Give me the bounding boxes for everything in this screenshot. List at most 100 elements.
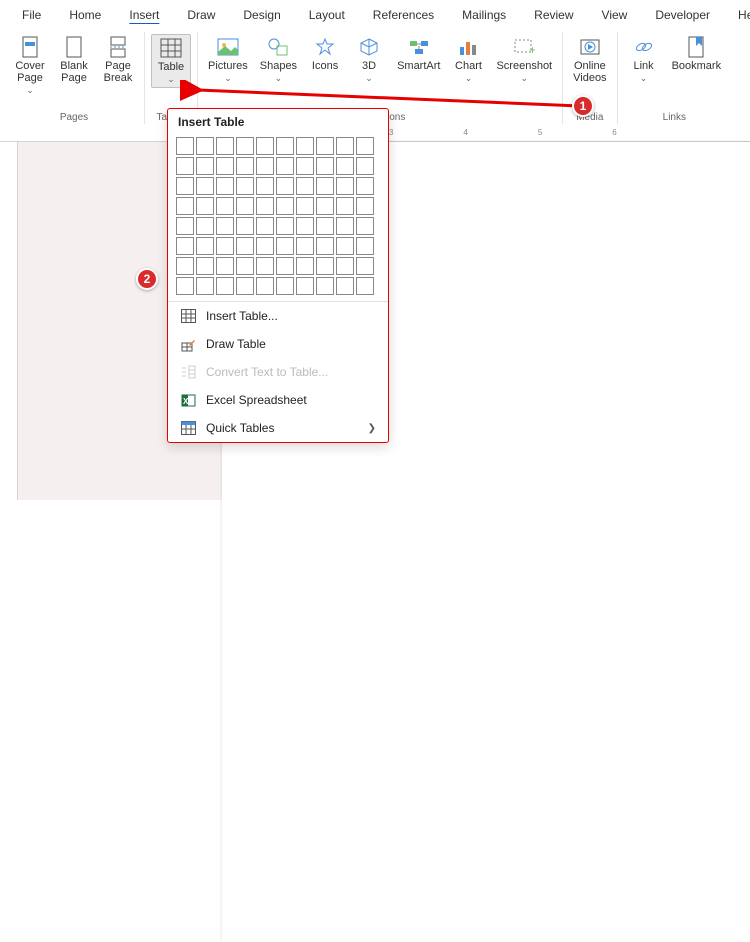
table-button[interactable]: Table⌄ [151,34,191,88]
menu-insert[interactable]: Insert [115,4,173,26]
grid-cell[interactable] [296,237,314,255]
menu-design[interactable]: Design [229,4,294,26]
grid-cell[interactable] [256,137,274,155]
grid-cell[interactable] [336,217,354,235]
grid-cell[interactable] [276,137,294,155]
draw-table-item[interactable]: Draw Table [168,330,388,358]
grid-cell[interactable] [296,197,314,215]
grid-cell[interactable] [236,277,254,295]
grid-cell[interactable] [196,157,214,175]
grid-cell[interactable] [176,217,194,235]
grid-cell[interactable] [336,197,354,215]
insert-table-item[interactable]: Insert Table... [168,302,388,330]
grid-cell[interactable] [316,257,334,275]
grid-cell[interactable] [256,177,274,195]
grid-cell[interactable] [336,157,354,175]
menu-home[interactable]: Home [55,4,115,26]
grid-cell[interactable] [356,137,374,155]
grid-cell[interactable] [216,157,234,175]
grid-cell[interactable] [276,277,294,295]
grid-cell[interactable] [256,197,274,215]
menu-view[interactable]: View [588,4,642,26]
grid-cell[interactable] [236,197,254,215]
grid-cell[interactable] [216,257,234,275]
menu-references[interactable]: References [359,4,448,26]
grid-cell[interactable] [276,177,294,195]
grid-cell[interactable] [316,197,334,215]
menu-help[interactable]: Help [724,4,750,26]
grid-cell[interactable] [196,257,214,275]
grid-cell[interactable] [236,257,254,275]
grid-cell[interactable] [196,137,214,155]
chart-button[interactable]: Chart⌄ [448,34,488,86]
pictures-button[interactable]: Pictures⌄ [204,34,252,86]
grid-cell[interactable] [336,177,354,195]
grid-cell[interactable] [296,177,314,195]
grid-cell[interactable] [196,217,214,235]
grid-cell[interactable] [296,277,314,295]
grid-cell[interactable] [316,217,334,235]
grid-cell[interactable] [176,177,194,195]
table-size-grid[interactable] [168,135,388,301]
grid-cell[interactable] [336,277,354,295]
grid-cell[interactable] [176,257,194,275]
grid-cell[interactable] [356,277,374,295]
grid-cell[interactable] [176,197,194,215]
grid-cell[interactable] [316,277,334,295]
grid-cell[interactable] [256,237,274,255]
grid-cell[interactable] [276,257,294,275]
cover-page-button[interactable]: Cover Page⌄ [10,34,50,98]
menu-mailings[interactable]: Mailings [448,4,520,26]
grid-cell[interactable] [356,197,374,215]
grid-cell[interactable] [216,197,234,215]
grid-cell[interactable] [296,257,314,275]
grid-cell[interactable] [316,177,334,195]
grid-cell[interactable] [296,217,314,235]
grid-cell[interactable] [356,257,374,275]
grid-cell[interactable] [276,237,294,255]
menu-file[interactable]: File [8,4,55,26]
grid-cell[interactable] [256,277,274,295]
menu-developer[interactable]: Developer [641,4,724,26]
bookmark-button[interactable]: Bookmark [668,34,726,74]
grid-cell[interactable] [276,157,294,175]
grid-cell[interactable] [196,237,214,255]
excel-spreadsheet-item[interactable]: X Excel Spreadsheet [168,386,388,414]
grid-cell[interactable] [176,237,194,255]
grid-cell[interactable] [176,157,194,175]
grid-cell[interactable] [216,277,234,295]
grid-cell[interactable] [336,137,354,155]
grid-cell[interactable] [216,217,234,235]
grid-cell[interactable] [216,137,234,155]
grid-cell[interactable] [296,157,314,175]
grid-cell[interactable] [216,237,234,255]
grid-cell[interactable] [176,137,194,155]
menu-review[interactable]: Review [520,4,587,26]
online-videos-button[interactable]: Online Videos [569,34,610,86]
shapes-button[interactable]: Shapes⌄ [256,34,301,86]
grid-cell[interactable] [236,217,254,235]
grid-cell[interactable] [236,157,254,175]
grid-cell[interactable] [256,157,274,175]
grid-cell[interactable] [316,157,334,175]
grid-cell[interactable] [236,137,254,155]
grid-cell[interactable] [216,177,234,195]
grid-cell[interactable] [336,237,354,255]
grid-cell[interactable] [196,177,214,195]
menu-layout[interactable]: Layout [295,4,359,26]
grid-cell[interactable] [356,177,374,195]
grid-cell[interactable] [316,237,334,255]
grid-cell[interactable] [356,157,374,175]
menu-draw[interactable]: Draw [173,4,229,26]
quick-tables-item[interactable]: Quick Tables ❯ [168,414,388,442]
grid-cell[interactable] [356,217,374,235]
grid-cell[interactable] [196,197,214,215]
screenshot-button[interactable]: +Screenshot⌄ [492,34,556,86]
blank-page-button[interactable]: Blank Page [54,34,94,86]
grid-cell[interactable] [236,177,254,195]
grid-cell[interactable] [296,137,314,155]
grid-cell[interactable] [236,237,254,255]
grid-cell[interactable] [256,257,274,275]
link-button[interactable]: Link⌄ [624,34,664,86]
grid-cell[interactable] [256,217,274,235]
